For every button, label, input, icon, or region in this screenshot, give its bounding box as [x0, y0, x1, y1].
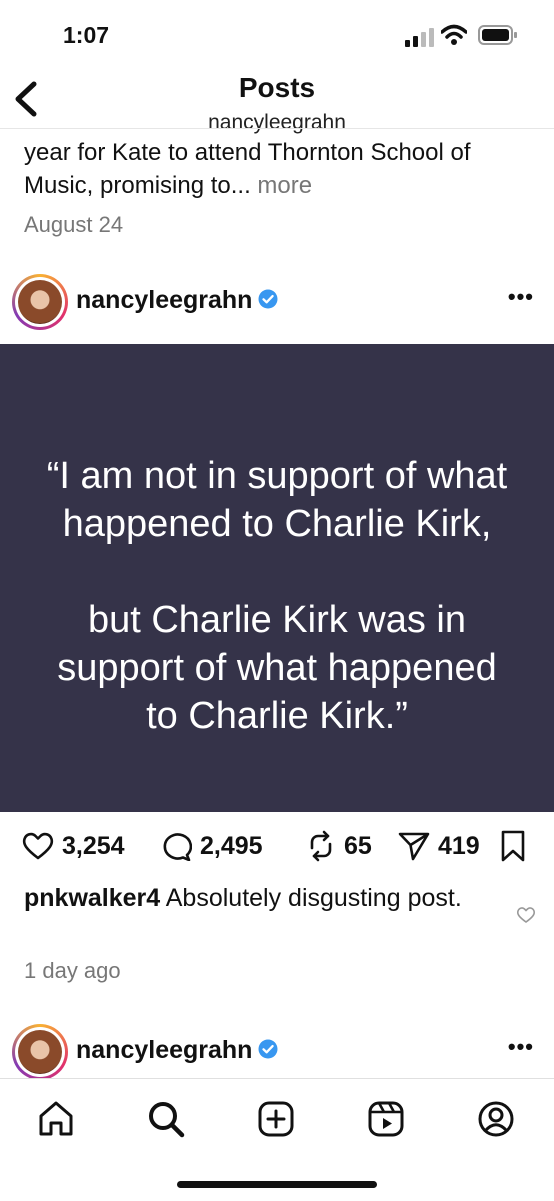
next-post-more-options-icon[interactable]: ••• [508, 1034, 534, 1060]
comment-text: Absolutely disgusting post. [160, 884, 462, 912]
repost-count: 65 [344, 831, 372, 860]
heart-icon [22, 832, 54, 860]
caption-text: year for Kate to attend Thornton School … [24, 139, 471, 199]
next-post-username[interactable]: nancyleegrahn [76, 1036, 252, 1065]
like-count: 3,254 [62, 831, 125, 860]
profile-icon[interactable] [476, 1099, 516, 1139]
post-header: nancyleegrahn ••• [0, 270, 554, 340]
more-options-icon[interactable]: ••• [508, 284, 534, 310]
share-count: 419 [438, 831, 480, 860]
share-button[interactable]: 419 [398, 826, 480, 866]
next-post-avatar[interactable] [12, 1024, 68, 1080]
send-icon [398, 832, 430, 861]
bottom-tab-bar [0, 1078, 554, 1201]
status-time: 1:07 [63, 22, 110, 48]
post-username[interactable]: nancyleegrahn [76, 286, 252, 315]
comment-button[interactable]: 2,495 [160, 826, 263, 866]
home-indicator [177, 1181, 377, 1188]
signal-icon [405, 28, 434, 47]
more-link[interactable]: more [257, 172, 312, 199]
avatar[interactable] [12, 274, 68, 330]
create-post-icon[interactable] [256, 1099, 296, 1139]
profile-photo [18, 280, 62, 324]
previous-post-caption: year for Kate to attend Thornton School … [24, 136, 534, 202]
battery-icon [478, 25, 517, 45]
wifi-icon [441, 24, 467, 45]
page-subtitle: nancyleegrahn [208, 111, 346, 134]
previous-post-date: August 24 [24, 212, 124, 237]
like-button[interactable]: 3,254 [22, 826, 125, 866]
comment-count: 2,495 [200, 831, 263, 860]
reels-icon[interactable] [366, 1099, 406, 1139]
bookmark-icon[interactable] [500, 830, 526, 862]
top-comment: pnkwalker4 Absolutely disgusting post. [24, 880, 494, 916]
navigation-bar: Posts nancyleegrahn [0, 64, 554, 134]
home-icon[interactable] [36, 1099, 76, 1139]
verified-badge-icon [258, 1039, 278, 1059]
profile-photo [18, 1030, 62, 1074]
comment-icon [163, 833, 192, 861]
quote-text: “I am not in support of what happened to… [46, 455, 508, 737]
repost-button[interactable]: 65 [306, 826, 372, 866]
page-title: Posts [238, 72, 316, 103]
post-actions: 3,254 2,495 65 419 [0, 826, 554, 870]
post-time-ago: 1 day ago [24, 958, 121, 983]
post-image: “I am not in support of what happened to… [0, 344, 554, 812]
comment-like-icon[interactable] [516, 906, 536, 924]
search-icon[interactable] [146, 1099, 186, 1139]
nav-divider [0, 128, 554, 129]
status-bar: 1:07 [0, 0, 554, 64]
verified-badge-icon [258, 289, 278, 309]
comment-username[interactable]: pnkwalker4 [24, 884, 160, 912]
repost-icon [310, 830, 332, 862]
